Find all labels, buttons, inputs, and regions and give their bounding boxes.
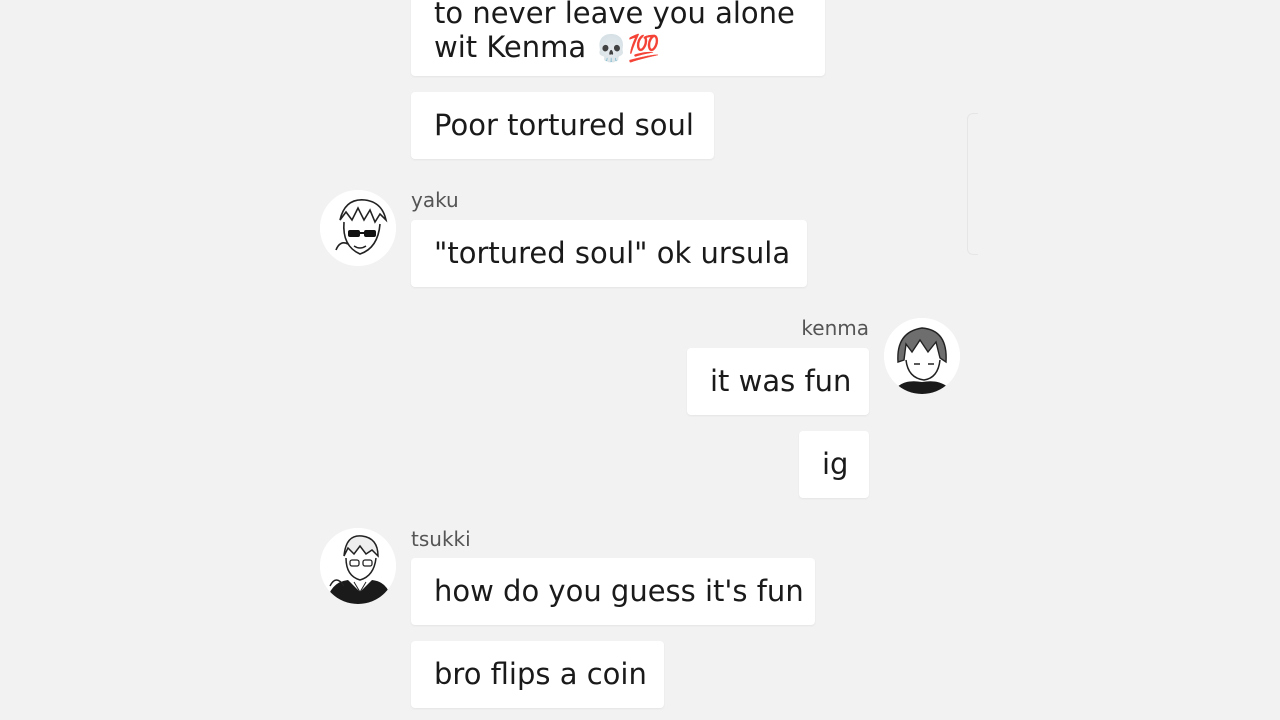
message-text: it was fun	[710, 364, 852, 398]
kenma-avatar[interactable]	[884, 318, 960, 394]
message-text: ig	[822, 447, 849, 481]
message-bubble[interactable]: to never leave you alone wit Kenma 💀💯	[411, 0, 825, 76]
message-text: how do you guess it's fun	[434, 574, 804, 608]
tsukki-avatar-icon	[320, 528, 396, 604]
skull-emoji-icon: 💀	[595, 34, 628, 64]
message-bubble[interactable]: Poor tortured soul	[411, 92, 714, 159]
message-text: wit Kenma	[434, 30, 587, 64]
message-text: bro flips a coin	[434, 657, 647, 691]
kenma-avatar-icon	[884, 318, 960, 394]
message-line: to never leave you alone	[434, 0, 795, 30]
message-text: "tortured soul" ok ursula	[434, 236, 791, 270]
message-bubble[interactable]: how do you guess it's fun	[411, 558, 815, 625]
message-text: Poor tortured soul	[434, 108, 694, 142]
message-bubble[interactable]: ig	[799, 431, 869, 498]
sender-name: tsukki	[411, 527, 471, 551]
side-panel-edge	[967, 113, 978, 255]
sender-name: yaku	[411, 188, 459, 212]
tsukki-avatar[interactable]	[320, 528, 396, 604]
hundred-points-emoji-icon: 💯	[627, 34, 661, 64]
message-bubble[interactable]: bro flips a coin	[411, 641, 664, 708]
message-bubble[interactable]: it was fun	[687, 348, 869, 415]
yaku-avatar[interactable]	[320, 190, 396, 266]
chat-view[interactable]: to never leave you alone wit Kenma 💀💯 Po…	[0, 0, 1280, 720]
message-bubble[interactable]: "tortured soul" ok ursula	[411, 220, 807, 287]
message-line: wit Kenma 💀💯	[434, 30, 802, 66]
sender-name: kenma	[801, 316, 869, 340]
yaku-avatar-icon	[320, 190, 396, 266]
